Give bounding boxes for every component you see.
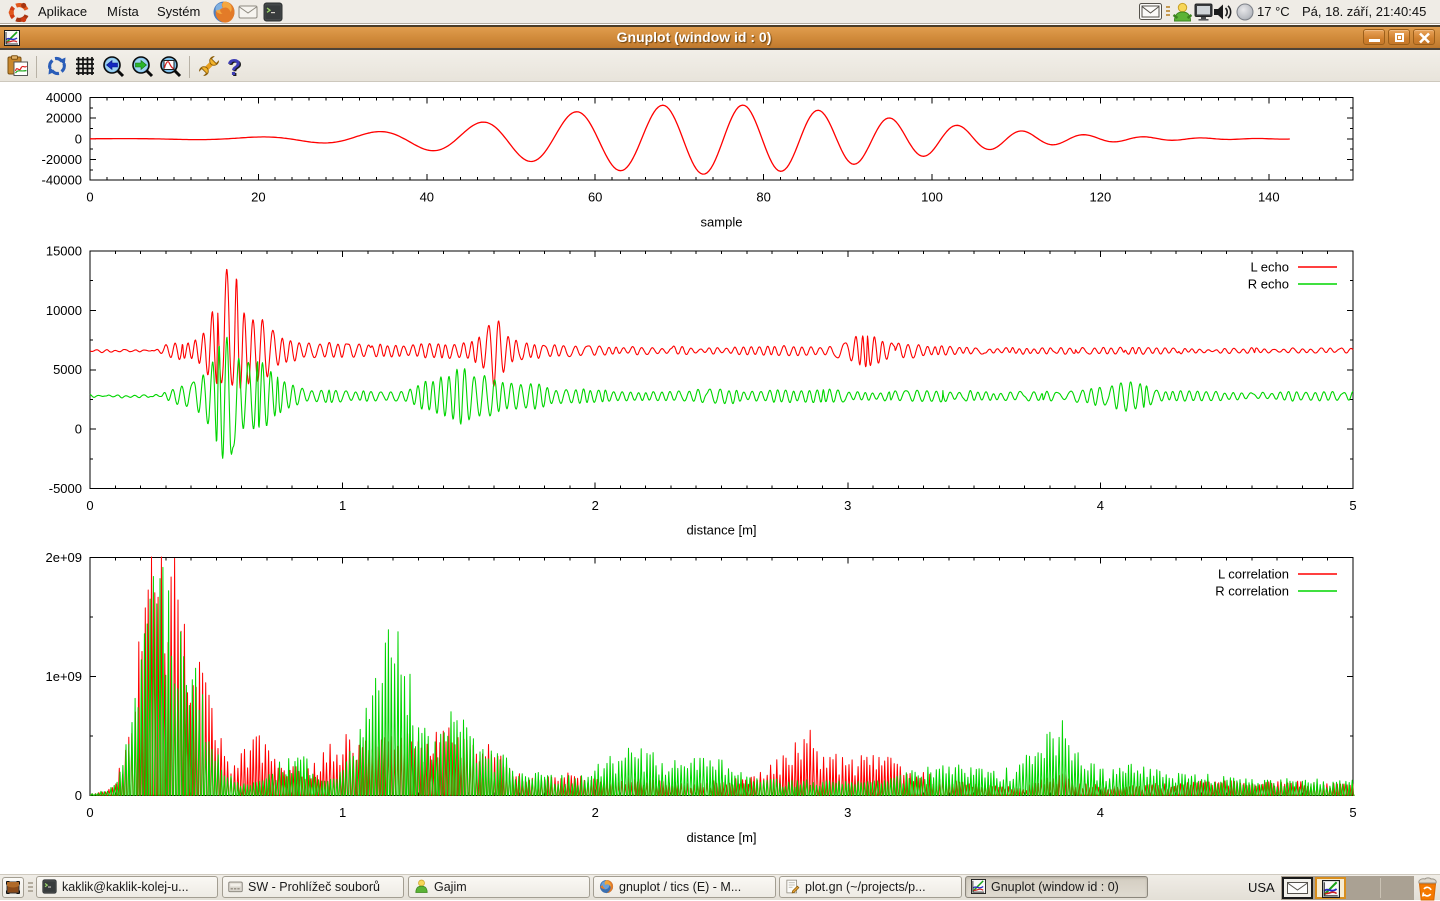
svg-text:140: 140 xyxy=(1258,190,1280,205)
svg-text:2: 2 xyxy=(592,805,599,820)
svg-text:2e+09: 2e+09 xyxy=(45,550,82,565)
svg-text:5: 5 xyxy=(1349,498,1356,513)
svg-text:0: 0 xyxy=(75,788,82,803)
svg-text:-20000: -20000 xyxy=(42,152,82,167)
svg-text:distance [m]: distance [m] xyxy=(686,830,756,845)
svg-text:120: 120 xyxy=(1090,190,1112,205)
svg-text:5: 5 xyxy=(1349,805,1356,820)
svg-text:R echo: R echo xyxy=(1248,277,1289,292)
svg-text:2: 2 xyxy=(592,498,599,513)
svg-text:0: 0 xyxy=(86,498,93,513)
svg-text:sample: sample xyxy=(701,215,743,230)
svg-text:15000: 15000 xyxy=(46,244,82,259)
svg-text:40: 40 xyxy=(420,190,434,205)
svg-text:0: 0 xyxy=(86,190,93,205)
svg-text:40000: 40000 xyxy=(46,90,82,105)
svg-text:1: 1 xyxy=(339,498,346,513)
svg-text:R correlation: R correlation xyxy=(1215,584,1289,599)
svg-text:3: 3 xyxy=(844,498,851,513)
svg-text:0: 0 xyxy=(86,805,93,820)
svg-text:20: 20 xyxy=(251,190,265,205)
svg-text:20000: 20000 xyxy=(46,111,82,126)
svg-text:-40000: -40000 xyxy=(42,173,82,188)
svg-text:80: 80 xyxy=(756,190,770,205)
svg-text:L echo: L echo xyxy=(1250,260,1289,275)
svg-text:0: 0 xyxy=(75,131,82,146)
svg-text:0: 0 xyxy=(75,422,82,437)
svg-text:60: 60 xyxy=(588,190,602,205)
svg-text:5000: 5000 xyxy=(53,362,82,377)
svg-text:4: 4 xyxy=(1097,498,1104,513)
svg-text:3: 3 xyxy=(844,805,851,820)
svg-text:1e+09: 1e+09 xyxy=(45,669,82,684)
svg-text:1: 1 xyxy=(339,805,346,820)
svg-text:L correlation: L correlation xyxy=(1218,567,1289,582)
svg-text:10000: 10000 xyxy=(46,303,82,318)
svg-text:4: 4 xyxy=(1097,805,1104,820)
svg-text:100: 100 xyxy=(921,190,943,205)
svg-text:distance [m]: distance [m] xyxy=(686,523,756,538)
svg-text:-5000: -5000 xyxy=(49,481,82,496)
